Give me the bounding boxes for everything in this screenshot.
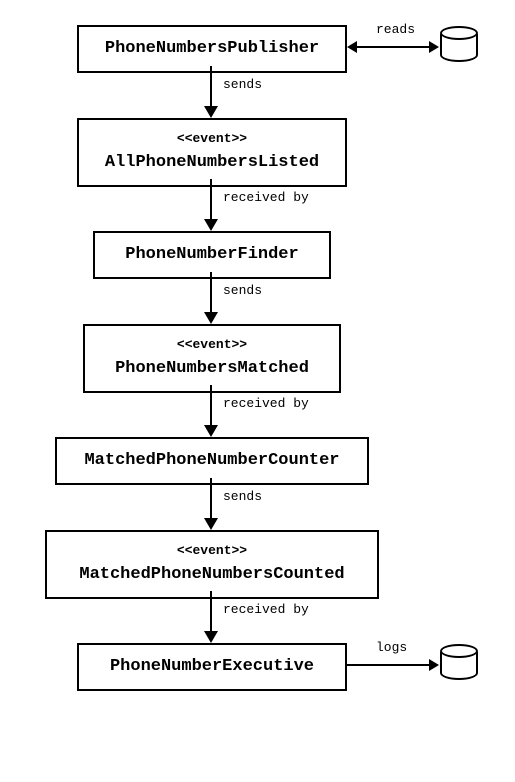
edge-received-by-2 (204, 385, 218, 437)
node-title: MatchedPhoneNumbersCounted (63, 563, 361, 587)
hline (357, 46, 429, 48)
edge-sends-2-label: sends (223, 283, 262, 298)
database-icon (440, 644, 478, 680)
node-stereotype: <<event>> (95, 130, 329, 148)
arrow-down-icon (204, 219, 218, 231)
vline (210, 179, 212, 219)
database-icon (440, 26, 478, 62)
node-title: PhoneNumbersMatched (101, 357, 323, 381)
vline (210, 385, 212, 425)
node-stereotype: <<event>> (63, 542, 361, 560)
db-top (440, 26, 478, 40)
node-phone-numbers-matched: <<event>> PhoneNumbersMatched (83, 324, 341, 393)
node-all-phone-numbers-listed: <<event>> AllPhoneNumbersListed (77, 118, 347, 187)
vline (210, 591, 212, 631)
node-title: AllPhoneNumbersListed (95, 151, 329, 175)
edge-reads-label: reads (376, 22, 415, 37)
flow-diagram: PhoneNumbersPublisher reads sends <<even… (0, 0, 515, 782)
vline (210, 478, 212, 518)
arrow-down-icon (204, 106, 218, 118)
edge-sends-3-label: sends (223, 489, 262, 504)
arrow-head-right-icon (429, 659, 439, 671)
edge-sends-3 (204, 478, 218, 530)
edge-received-by-2-label: received by (223, 396, 309, 411)
hline (347, 664, 429, 666)
node-title: MatchedPhoneNumberCounter (73, 449, 351, 473)
edge-received-by-1-label: received by (223, 190, 309, 205)
node-title: PhoneNumberFinder (111, 243, 313, 267)
arrow-down-icon (204, 631, 218, 643)
edge-sends-1-label: sends (223, 77, 262, 92)
vline (210, 66, 212, 106)
edge-logs (347, 659, 439, 671)
arrow-down-icon (204, 425, 218, 437)
node-stereotype: <<event>> (101, 336, 323, 354)
arrow-head-left-icon (347, 41, 357, 53)
node-matched-phone-numbers-counted: <<event>> MatchedPhoneNumbersCounted (45, 530, 379, 599)
edge-logs-label: logs (376, 640, 407, 655)
edge-received-by-1 (204, 179, 218, 231)
edge-sends-1 (204, 66, 218, 118)
db-top (440, 644, 478, 658)
edge-received-by-3 (204, 591, 218, 643)
edge-sends-2 (204, 272, 218, 324)
arrow-head-right-icon (429, 41, 439, 53)
arrow-down-icon (204, 312, 218, 324)
arrow-down-icon (204, 518, 218, 530)
vline (210, 272, 212, 312)
edge-reads (347, 41, 439, 53)
node-phone-number-executive: PhoneNumberExecutive (77, 643, 347, 691)
node-title: PhoneNumbersPublisher (95, 37, 329, 61)
node-title: PhoneNumberExecutive (95, 655, 329, 679)
edge-received-by-3-label: received by (223, 602, 309, 617)
